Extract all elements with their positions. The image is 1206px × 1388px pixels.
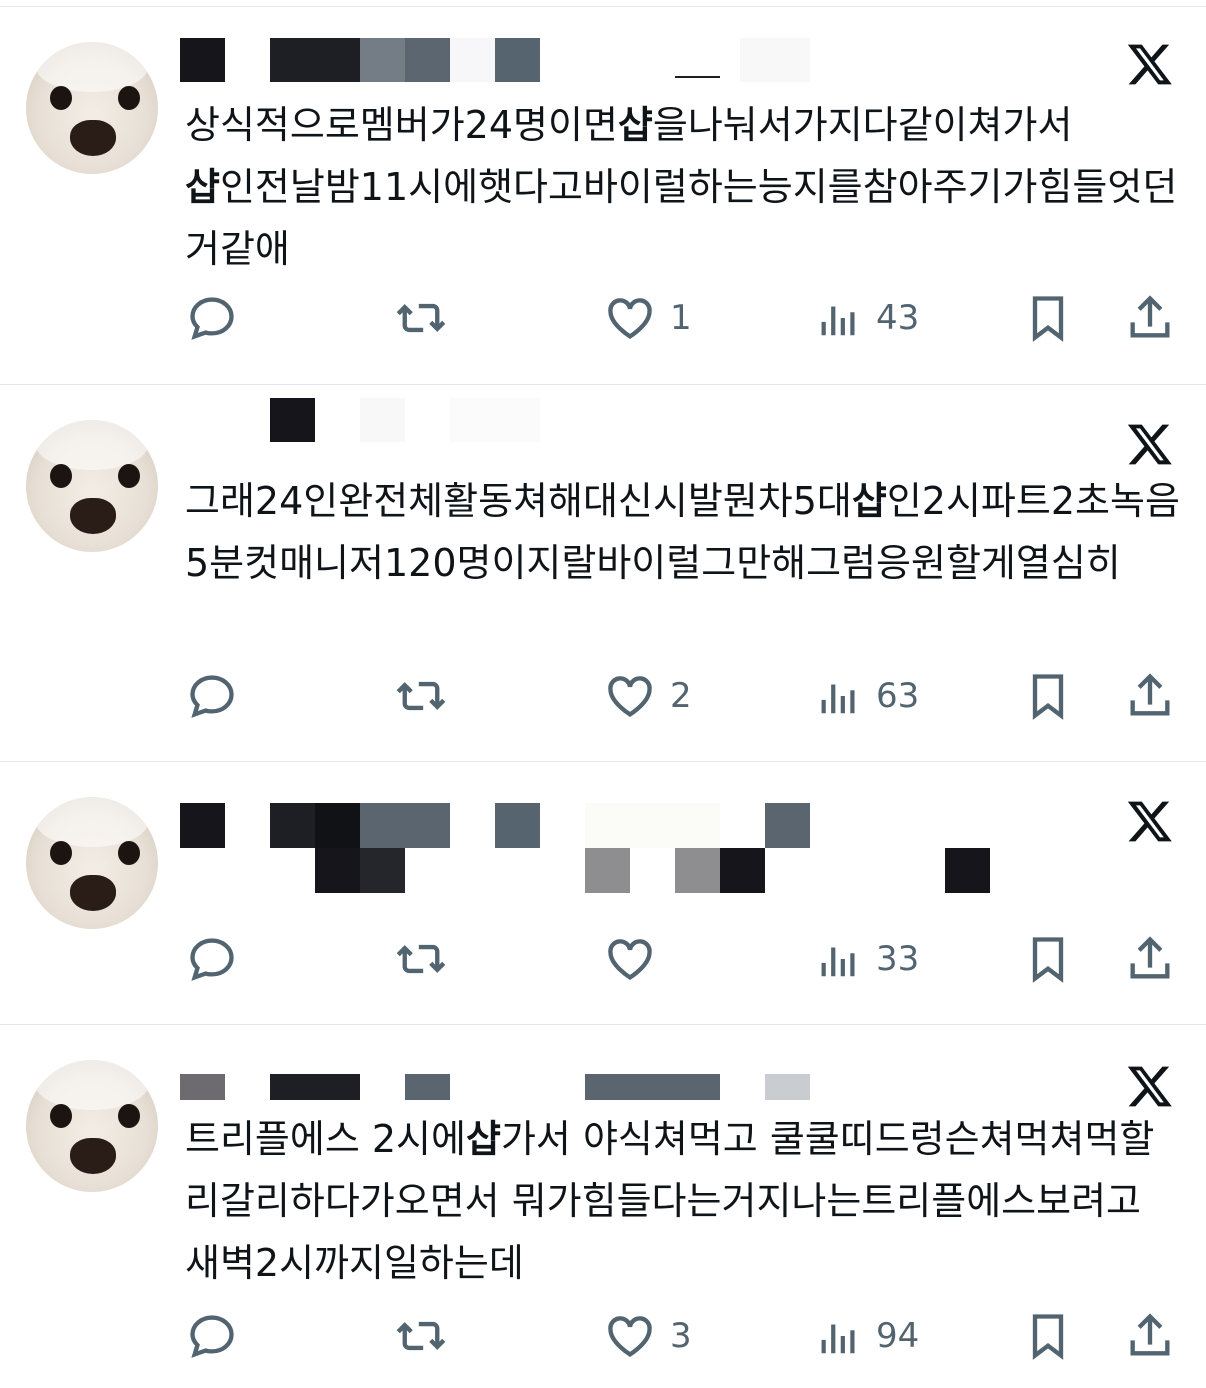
action-bar: 1 43 (0, 288, 1206, 348)
views-count: 94 (876, 1316, 920, 1356)
post-2: 그래24인완전체활동쳐해대신시발뭔차5대샵인2시파트2초녹음5분컷매니저120명… (0, 384, 1206, 761)
share-icon (1130, 673, 1170, 716)
avatar[interactable] (26, 42, 158, 174)
x-logo-icon (1127, 1066, 1172, 1107)
reply-button[interactable] (186, 666, 238, 726)
views-count: 43 (876, 298, 920, 338)
reply-icon (190, 297, 234, 340)
reply-button[interactable] (186, 929, 238, 989)
x-logo-icon (1127, 801, 1172, 842)
share-button[interactable] (1124, 1306, 1176, 1366)
views-button[interactable]: 94 (816, 1306, 919, 1366)
heart-icon (608, 676, 652, 717)
views-count: 63 (876, 676, 920, 716)
post-1: 상식적으로멤버가24명이면샵을나눠서가지다같이쳐가서 샵인전날밤11시에햇다고바이… (0, 0, 1206, 384)
share-icon (1130, 936, 1170, 979)
post-3: 33 (0, 761, 1206, 1024)
like-button[interactable]: 2 (604, 666, 692, 726)
views-icon (821, 306, 855, 336)
repost-button[interactable] (392, 288, 450, 348)
share-icon (1130, 295, 1170, 338)
bookmark-button[interactable] (1022, 1306, 1074, 1366)
bookmark-icon (1032, 937, 1064, 983)
like-count: 1 (670, 298, 692, 338)
action-bar: 2 63 (0, 666, 1206, 726)
like-count: 2 (670, 676, 692, 716)
views-button[interactable]: 33 (816, 929, 919, 989)
reply-button[interactable] (186, 288, 238, 348)
bookmark-icon (1032, 674, 1064, 720)
share-button[interactable] (1124, 288, 1176, 348)
like-button[interactable]: 3 (604, 1306, 692, 1366)
repost-button[interactable] (392, 929, 450, 989)
reply-icon (190, 675, 234, 718)
bookmark-button[interactable] (1022, 929, 1074, 989)
views-icon (821, 684, 855, 714)
x-logo-icon (1127, 44, 1172, 85)
views-icon (821, 1324, 855, 1354)
share-icon (1130, 1313, 1170, 1356)
post-text: 상식적으로멤버가24명이면샵을나눠서가지다같이쳐가서 샵인전날밤11시에햇다고바이… (185, 103, 1178, 271)
repost-icon (396, 944, 446, 974)
post-text: 트리플에스 2시에샵가서 야식쳐먹고 쿨쿨띠드렁슨쳐먹쳐먹할리갈리하다가오면서 … (185, 1117, 1155, 1285)
redacted-username (180, 38, 1080, 82)
heart-icon (608, 939, 652, 980)
like-button[interactable]: 1 (604, 288, 692, 348)
heart-icon (608, 1316, 652, 1357)
views-button[interactable]: 43 (816, 288, 919, 348)
like-count: 3 (670, 1316, 692, 1356)
views-button[interactable]: 63 (816, 666, 919, 726)
avatar[interactable] (26, 1060, 158, 1192)
action-bar: 3 94 (0, 1306, 1206, 1366)
x-logo-icon (1127, 424, 1172, 465)
redacted-content (180, 803, 1080, 893)
post-text: 그래24인완전체활동쳐해대신시발뭔차5대샵인2시파트2초녹음5분컷매니저120명… (185, 479, 1180, 585)
action-bar: 33 (0, 929, 1206, 989)
redacted-username (180, 398, 1080, 442)
bookmark-button[interactable] (1022, 288, 1074, 348)
avatar[interactable] (26, 797, 158, 929)
like-button[interactable] (604, 929, 656, 989)
repost-icon (396, 681, 446, 711)
repost-icon (396, 1321, 446, 1351)
share-button[interactable] (1124, 666, 1176, 726)
heart-icon (608, 298, 652, 339)
reply-icon (190, 938, 234, 981)
repost-icon (396, 303, 446, 333)
share-button[interactable] (1124, 929, 1176, 989)
views-count: 33 (876, 939, 920, 979)
post-4: 트리플에스 2시에샵가서 야식쳐먹고 쿨쿨띠드렁슨쳐먹쳐먹할리갈리하다가오면서 … (0, 1024, 1206, 1388)
bookmark-icon (1032, 296, 1064, 342)
bookmark-icon (1032, 1314, 1064, 1360)
avatar[interactable] (26, 420, 158, 552)
views-icon (821, 947, 855, 977)
bookmark-button[interactable] (1022, 666, 1074, 726)
reply-button[interactable] (186, 1306, 238, 1366)
repost-button[interactable] (392, 666, 450, 726)
reply-icon (190, 1315, 234, 1358)
repost-button[interactable] (392, 1306, 450, 1366)
